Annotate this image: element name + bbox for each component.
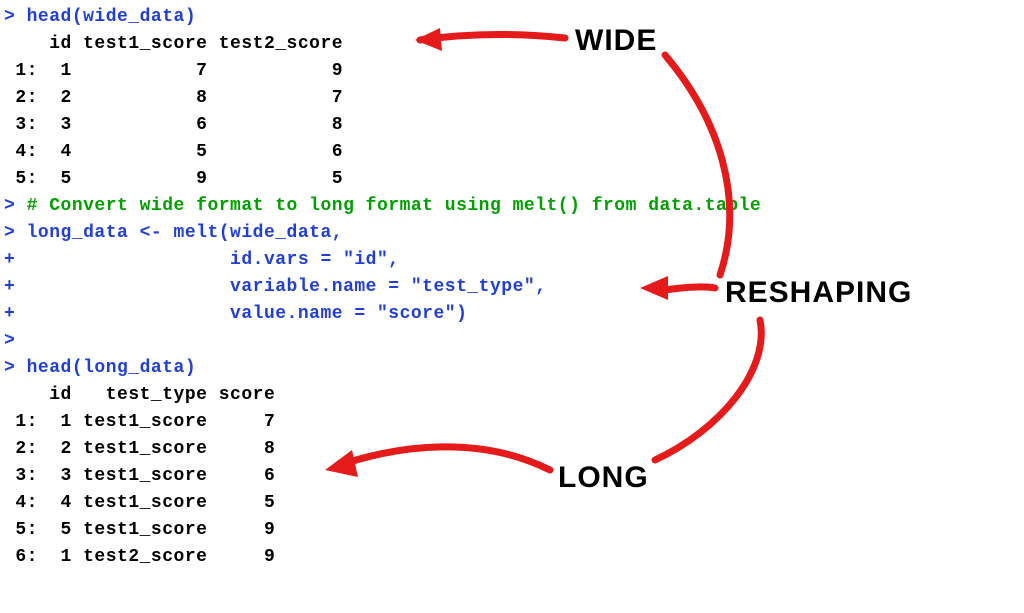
annotation-label-long: LONG bbox=[558, 455, 649, 500]
console-line: > long_data <- melt(wide_data, bbox=[4, 220, 1020, 247]
console-line: 2: 2 test1_score 8 bbox=[4, 436, 1020, 463]
console-line: 3: 3 6 8 bbox=[4, 112, 1020, 139]
console-line: 2: 2 8 7 bbox=[4, 85, 1020, 112]
console-line: 1: 1 test1_score 7 bbox=[4, 409, 1020, 436]
console-line: > head(wide_data) bbox=[4, 4, 1020, 31]
annotation-label-reshaping: RESHAPING bbox=[725, 270, 912, 315]
console-line: > # Convert wide format to long format u… bbox=[4, 193, 1020, 220]
console-line: > head(long_data) bbox=[4, 355, 1020, 382]
console-line: 4: 4 5 6 bbox=[4, 139, 1020, 166]
console-line: 4: 4 test1_score 5 bbox=[4, 490, 1020, 517]
console-line: 5: 5 test1_score 9 bbox=[4, 517, 1020, 544]
console-line: id test_type score bbox=[4, 382, 1020, 409]
annotation-label-wide: WIDE bbox=[575, 18, 657, 63]
console-line: 6: 1 test2_score 9 bbox=[4, 544, 1020, 571]
console-line: 5: 5 9 5 bbox=[4, 166, 1020, 193]
console-line: 3: 3 test1_score 6 bbox=[4, 463, 1020, 490]
console-line: 1: 1 7 9 bbox=[4, 58, 1020, 85]
console-line: > bbox=[4, 328, 1020, 355]
console-line: id test1_score test2_score bbox=[4, 31, 1020, 58]
